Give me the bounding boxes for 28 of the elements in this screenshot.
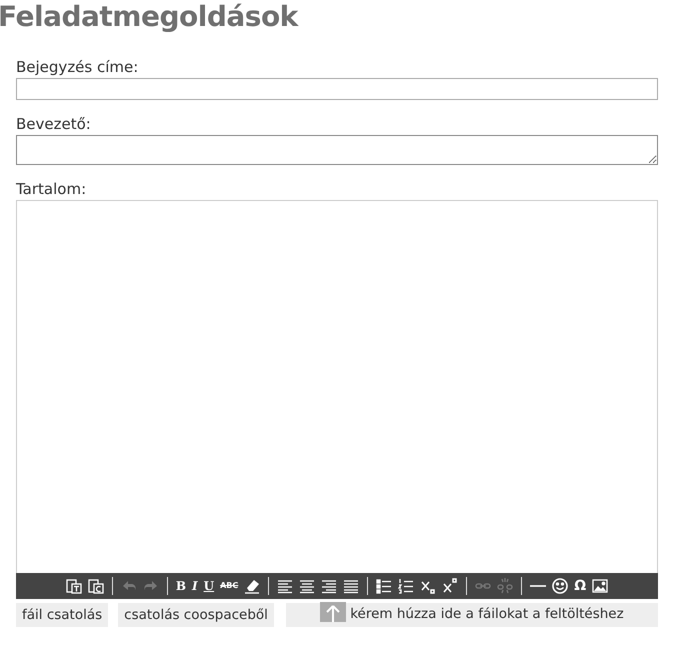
- align-center-icon[interactable]: [299, 578, 316, 594]
- smiley-icon[interactable]: [552, 578, 568, 594]
- field-label: Tartalom:: [16, 180, 88, 198]
- attach-button[interactable]: csatolás coospaceből: [118, 603, 274, 627]
- image-icon[interactable]: [592, 578, 608, 594]
- italic-button[interactable]: I: [192, 578, 198, 594]
- bold-button[interactable]: B: [176, 578, 186, 594]
- align-left-icon[interactable]: [277, 578, 294, 594]
- eraser-icon[interactable]: [244, 578, 260, 594]
- bullet-list-icon[interactable]: [376, 578, 392, 594]
- attach-button[interactable]: fáil csatolás: [16, 603, 108, 627]
- field-label: Bejegyzés címe:: [16, 58, 140, 76]
- upload-icon: [320, 602, 346, 622]
- special-character-button[interactable]: Ω: [574, 578, 586, 594]
- paste-text-icon[interactable]: [66, 578, 82, 594]
- drop-zone[interactable]: kérem húzza ide a fáilokat a feltöltéshez: [286, 603, 658, 627]
- input-field[interactable]: [16, 78, 658, 100]
- drop-zone-label: kérem húzza ide a fáilokat a feltöltéshez: [350, 605, 624, 624]
- textarea-field[interactable]: [16, 135, 658, 165]
- align-right-icon[interactable]: [321, 578, 338, 594]
- underline-button[interactable]: U: [204, 578, 214, 594]
- page-title: Feladatmegoldások: [0, 0, 300, 34]
- numbered-list-icon[interactable]: [398, 578, 414, 594]
- strikethrough-button[interactable]: ABC: [220, 578, 238, 594]
- superscript-icon[interactable]: [442, 578, 458, 594]
- justify-icon[interactable]: [343, 578, 360, 594]
- field-label: Bevezető:: [16, 115, 92, 133]
- paste-word-icon[interactable]: [88, 578, 104, 594]
